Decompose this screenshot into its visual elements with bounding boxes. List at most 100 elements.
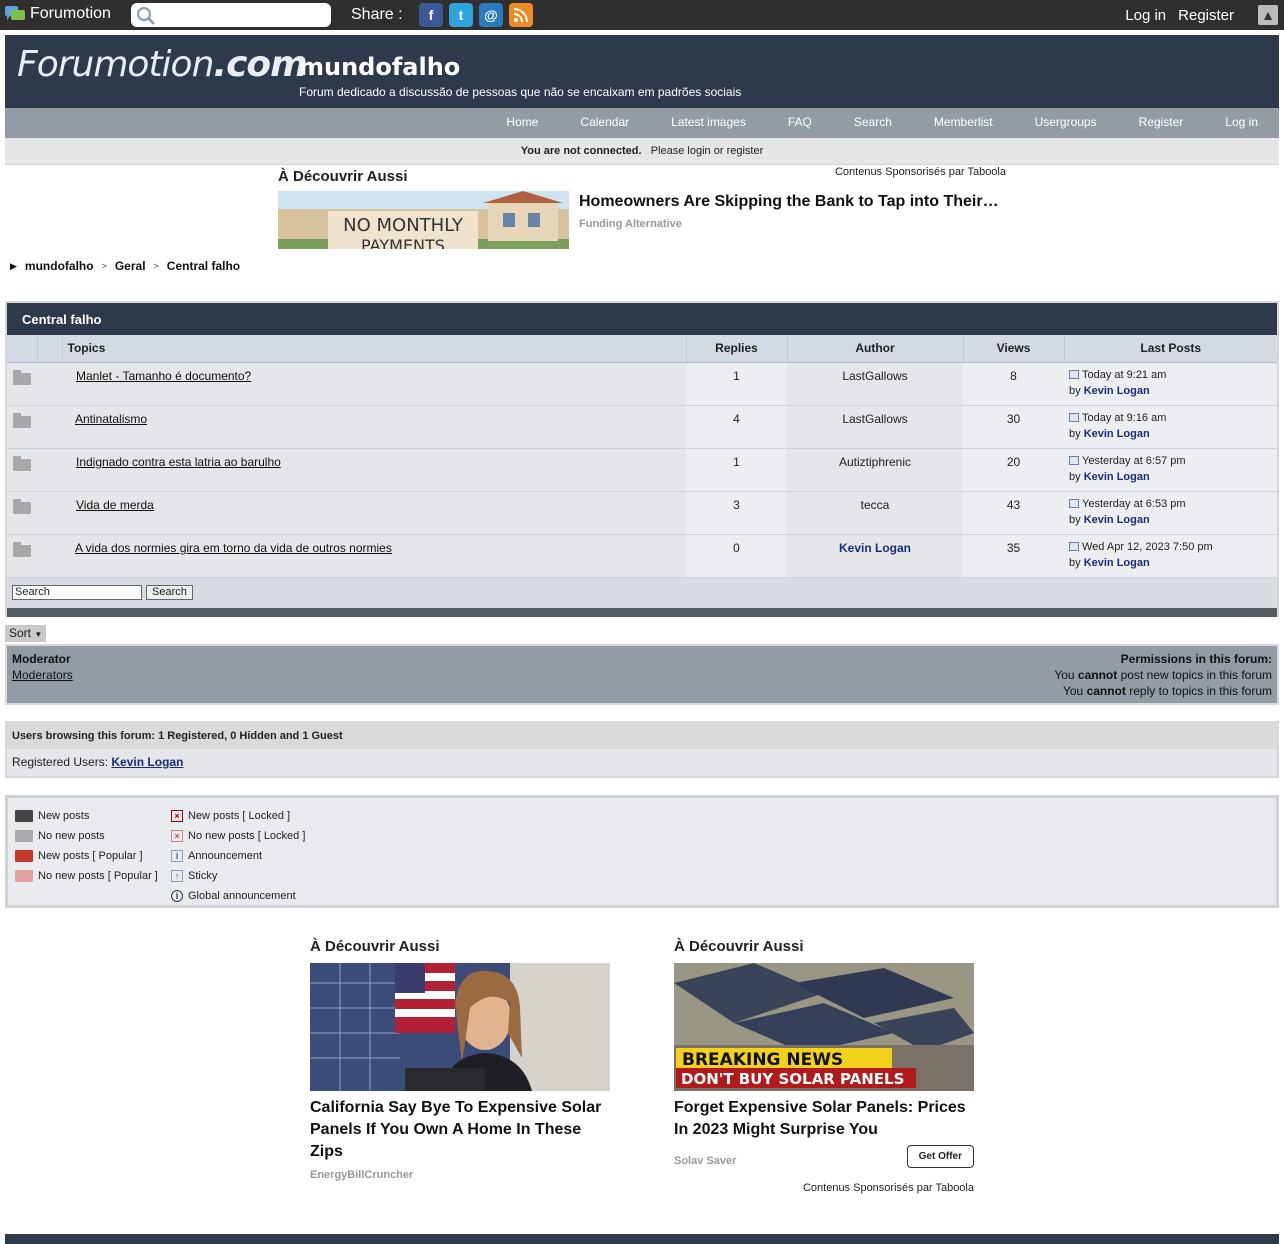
- topic-author[interactable]: Autiztiphrenic: [839, 455, 911, 469]
- table-row[interactable]: Antinatalismo 4 LastGallows 30 Today at 9:1…: [7, 405, 1277, 449]
- last-post-user[interactable]: Kevin Logan: [1084, 514, 1150, 526]
- forumotion-chat-icon: [4, 4, 26, 24]
- nav-register[interactable]: Register: [1118, 108, 1205, 138]
- moderators-link[interactable]: Moderators: [12, 667, 73, 683]
- table-row[interactable]: Indignado contra esta latria ao barulho 1…: [7, 448, 1277, 492]
- forumotion-logo[interactable]: Forumotion.com: [17, 44, 308, 85]
- topic-flag-cell: [37, 448, 62, 492]
- announcement-icon: i: [171, 850, 183, 862]
- view-latest-post-icon[interactable]: [1069, 369, 1079, 379]
- last-post-user[interactable]: Kevin Logan: [1084, 428, 1150, 440]
- last-post-user[interactable]: Kevin Logan: [1084, 471, 1150, 483]
- notice-register-link[interactable]: register: [727, 145, 764, 157]
- breadcrumb-mundofalho[interactable]: mundofalho: [25, 259, 94, 273]
- twitter-icon[interactable]: t: [449, 3, 473, 27]
- topic-title-link[interactable]: Manlet - Tamanho é documento?: [76, 369, 251, 383]
- thumb-text-2: PAYMENTS: [361, 236, 445, 249]
- sponsored-card-headline[interactable]: Forget Expensive Solar Panels: Prices In…: [674, 1097, 974, 1141]
- col-topics: Topics: [62, 335, 687, 363]
- nav-calendar[interactable]: Calendar: [559, 108, 650, 138]
- sponsored-source[interactable]: Funding Alternative: [579, 218, 682, 230]
- nav-search[interactable]: Search: [833, 108, 913, 138]
- view-latest-post-icon[interactable]: [1069, 412, 1079, 422]
- legend-no-new-posts: No new posts: [38, 830, 105, 842]
- share-icons: f t @: [419, 3, 533, 27]
- topic-author[interactable]: LastGallows: [842, 412, 907, 426]
- sponsored-headline[interactable]: Homeowners Are Skipping the Bank to Tap …: [579, 193, 999, 211]
- facebook-icon[interactable]: f: [419, 3, 443, 27]
- thumb-text-1: NO MONTHLY: [343, 215, 464, 236]
- nav-faq[interactable]: FAQ: [767, 108, 833, 138]
- sponsored-top: À Découvrir Aussi Contenus Sponsorisés p…: [278, 166, 1008, 250]
- topic-author[interactable]: LastGallows: [842, 369, 907, 383]
- breadcrumb-central-falho[interactable]: Central falho: [167, 259, 240, 273]
- notice-login-link[interactable]: login: [687, 145, 710, 157]
- table-row[interactable]: Vida de merda 3 tecca 43 Yesterday at 6:53 p…: [7, 491, 1277, 535]
- sponsored-card-heading: À Découvrir Aussi: [310, 938, 440, 955]
- topic-status-cell: [7, 362, 37, 406]
- sponsored-byline-bottom[interactable]: Contenus Sponsorisés par Taboola: [674, 1182, 974, 1194]
- breadcrumb-geral[interactable]: Geral: [115, 259, 146, 273]
- email-icon[interactable]: @: [479, 3, 503, 27]
- table-row[interactable]: Manlet - Tamanho é documento? 1 LastGallow…: [7, 362, 1277, 406]
- topic-author-cell: Kevin Logan: [787, 534, 963, 578]
- toolbar-search-input[interactable]: [131, 3, 331, 27]
- sponsored-card-2[interactable]: À Découvrir Aussi BREAKING NEWS DON'T BU…: [674, 938, 974, 1194]
- browsing-user-link[interactable]: Kevin Logan: [111, 755, 183, 769]
- nav-memberlist[interactable]: Memberlist: [913, 108, 1014, 138]
- toolbar-register-link[interactable]: Register: [1178, 7, 1234, 24]
- sponsored-thumbnail[interactable]: NO MONTHLY PAYMENTS: [278, 191, 569, 249]
- topic-flag-cell: [37, 491, 62, 535]
- topic-author-cell: LastGallows: [787, 405, 963, 449]
- sponsored-byline[interactable]: Contenus Sponsorisés par Taboola: [835, 166, 1006, 178]
- topic-replies: 4: [686, 405, 787, 449]
- rss-icon[interactable]: [509, 3, 533, 27]
- topic-replies: 0: [686, 534, 787, 578]
- table-row[interactable]: A vida dos normies gira em torno da vida…: [7, 534, 1277, 578]
- topic-title-link[interactable]: Indignado contra esta latria ao barulho: [76, 455, 281, 469]
- sponsored-card-source[interactable]: EnergyBillCruncher: [310, 1169, 610, 1181]
- topic-author[interactable]: tecca: [861, 498, 890, 512]
- topic-list: Central falho Topics Replies Author View…: [5, 301, 1279, 617]
- sponsored-card-source[interactable]: Solav Saver: [674, 1155, 736, 1167]
- sponsored-card-1[interactable]: À Découvrir Aussi California Say Bye To …: [310, 938, 610, 1181]
- topic-title-cell: A vida dos normies gira em torno da vida…: [62, 534, 686, 578]
- topic-replies: 1: [686, 362, 787, 406]
- topic-title-link[interactable]: Vida de merda: [76, 498, 154, 512]
- sponsored-card-image[interactable]: BREAKING NEWS DON'T BUY SOLAR PANELS: [674, 963, 974, 1091]
- sponsored-heading: À Découvrir Aussi: [278, 168, 408, 185]
- forum-description: Forum dedicado a discussão de pessoas qu…: [299, 85, 742, 99]
- by-label: by: [1069, 470, 1081, 483]
- view-latest-post-icon[interactable]: [1069, 498, 1079, 508]
- nav-home[interactable]: Home: [485, 108, 559, 138]
- topic-views: 20: [963, 448, 1064, 492]
- forum-search-input[interactable]: Search: [12, 584, 142, 600]
- topic-views: 30: [963, 405, 1064, 449]
- sponsored-card-headline[interactable]: California Say Bye To Expensive Solar Pa…: [310, 1097, 610, 1163]
- view-latest-post-icon[interactable]: [1069, 455, 1079, 465]
- forum-search-button[interactable]: Search: [146, 584, 193, 600]
- nav-login[interactable]: Log in: [1204, 108, 1279, 138]
- forum-title[interactable]: mundofalho: [299, 53, 460, 81]
- topic-title-cell: Indignado contra esta latria ao barulho: [62, 448, 686, 492]
- topic-flag-cell: [37, 362, 62, 406]
- nav-usergroups[interactable]: Usergroups: [1014, 108, 1118, 138]
- legend-announcement: Announcement: [188, 850, 262, 862]
- search-icon: [136, 6, 156, 29]
- topic-title-link[interactable]: A vida dos normies gira em torno da vida…: [75, 541, 392, 555]
- topic-title-link[interactable]: Antinatalismo: [75, 412, 147, 426]
- sort-dropdown[interactable]: Sort ▼: [5, 625, 46, 642]
- last-post-user[interactable]: Kevin Logan: [1084, 385, 1150, 397]
- get-offer-button[interactable]: Get Offer: [906, 1145, 974, 1168]
- legend-no-new-popular: No new posts [ Popular ]: [38, 870, 158, 882]
- nav-latest-images[interactable]: Latest images: [650, 108, 767, 138]
- toolbar-login-link[interactable]: Log in: [1125, 7, 1166, 24]
- topic-last-post: Today at 9:21 am by Kevin Logan: [1064, 362, 1277, 406]
- forumotion-brand[interactable]: Forumotion: [4, 4, 111, 24]
- topic-author[interactable]: Kevin Logan: [839, 541, 911, 555]
- locked-new-icon: ×: [171, 810, 183, 822]
- sponsored-card-image[interactable]: [310, 963, 610, 1091]
- view-latest-post-icon[interactable]: [1069, 541, 1079, 551]
- scroll-up-icon[interactable]: ▲: [1258, 5, 1278, 25]
- last-post-user[interactable]: Kevin Logan: [1084, 557, 1150, 569]
